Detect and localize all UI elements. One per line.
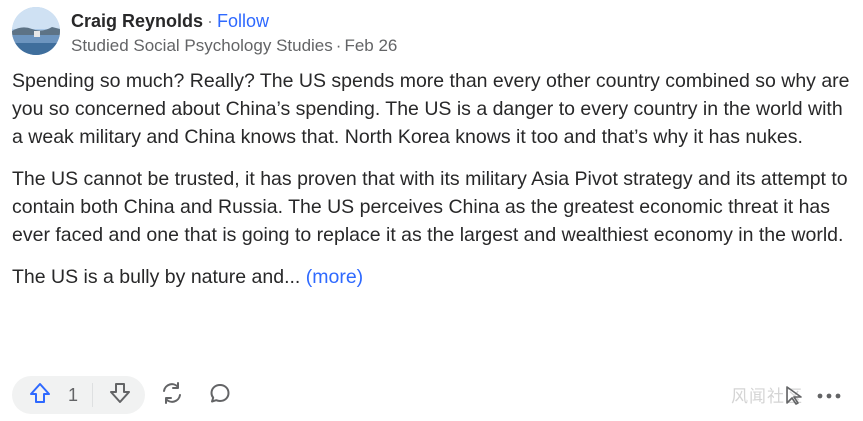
comment-button[interactable]	[199, 376, 241, 414]
vote-divider	[92, 383, 94, 407]
follow-button[interactable]: Follow	[217, 11, 269, 31]
author-credential[interactable]: Studied Social Psychology Studies	[71, 36, 333, 55]
paragraph: The US cannot be trusted, it has proven …	[12, 168, 848, 246]
answer-header: Craig Reynolds · Follow Studied Social Psy…	[12, 7, 397, 58]
comment-icon	[208, 381, 232, 410]
post-date[interactable]: Feb 26	[344, 36, 397, 55]
separator-dot: ·	[335, 36, 342, 55]
paragraph: Spending so much? Really? The US spends …	[12, 70, 850, 148]
upvote-icon	[28, 381, 52, 410]
credential-line: Studied Social Psychology Studies · Feb 26	[71, 34, 397, 58]
share-button[interactable]	[151, 376, 193, 414]
truncated-paragraph: The US is a bully by nature and... (more…	[12, 263, 854, 291]
separator-dot: ·	[207, 11, 214, 31]
more-options-button[interactable]	[809, 383, 849, 409]
truncated-text: The US is a bully by nature and...	[12, 266, 301, 288]
vote-pill: 1	[12, 376, 146, 414]
forward-arrow-icon	[783, 384, 805, 411]
share-icon	[159, 380, 185, 411]
downvote-icon	[108, 381, 132, 410]
avatar[interactable]	[12, 7, 60, 55]
more-icon	[816, 387, 842, 405]
action-bar: 1	[12, 376, 241, 414]
downvote-button[interactable]	[97, 376, 143, 414]
upvote-button[interactable]: 1	[14, 376, 88, 414]
upvote-count: 1	[68, 384, 79, 405]
more-link[interactable]: (more)	[306, 266, 363, 288]
author-name[interactable]: Craig Reynolds	[71, 11, 203, 31]
author-line: Craig Reynolds · Follow	[71, 9, 397, 33]
answer-content: Spending so much? Really? The US spends …	[12, 67, 854, 305]
author-meta: Craig Reynolds · Follow Studied Social Psy…	[71, 7, 397, 58]
